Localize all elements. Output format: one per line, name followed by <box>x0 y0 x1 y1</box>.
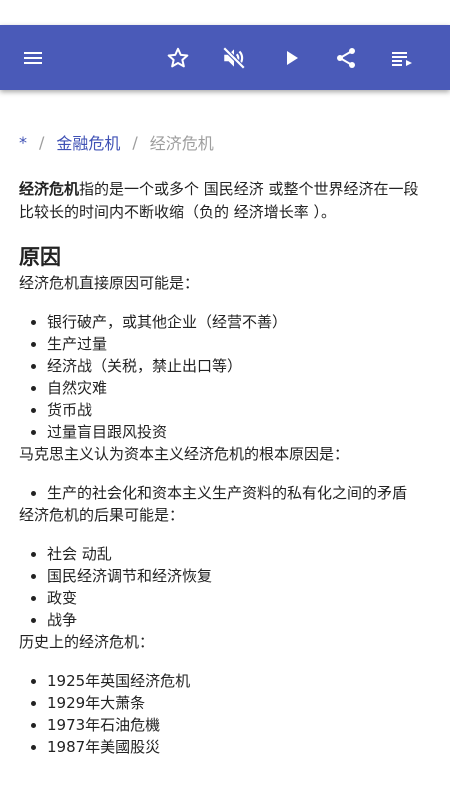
share-icon <box>337 47 355 68</box>
status-bar <box>0 0 450 25</box>
play-icon <box>287 50 298 65</box>
list-item: 生产过量 <box>47 333 431 355</box>
result-list: 社会 动乱 国民经济调节和经济恢复 政变 战争 <box>19 543 431 631</box>
list-item: 1929年大萧条 <box>47 692 431 714</box>
cause-list: 银行破产，或其他企业（经营不善） 生产过量 经济战（关税，禁止出口等） 自然灾难… <box>19 311 431 443</box>
article-intro: 经济危机指的是一个或多个 国民经济 或整个世界经济在一段比较长的时间内不断收缩（… <box>19 178 431 224</box>
star-icon <box>167 47 189 67</box>
list-item: 1925年英国经济危机 <box>47 670 431 692</box>
marx-list: 生产的社会化和资本主义生产资料的私有化之间的矛盾 <box>19 482 431 504</box>
menu-button[interactable] <box>9 25 57 90</box>
marx-intro: 马克思主义认为资本主义经济危机的根本原因是： <box>19 445 350 463</box>
breadcrumb-parent-link[interactable]: 金融危机 <box>56 130 120 154</box>
list-item: 1973年石油危機 <box>47 714 431 736</box>
play-button[interactable] <box>267 25 315 90</box>
mute-button[interactable] <box>210 25 258 90</box>
history-intro: 历史上的经济危机： <box>19 633 155 651</box>
app-bar <box>0 25 450 90</box>
list-item: 货币战 <box>47 399 431 421</box>
history-list: 1925年英国经济危机 1929年大萧条 1973年石油危機 1987年美國股災 <box>19 670 431 758</box>
breadcrumb-current: 经济危机 <box>149 134 214 153</box>
section-heading: 原因 <box>19 245 61 269</box>
playlist-button[interactable] <box>378 25 426 90</box>
volume-off-icon <box>222 46 246 69</box>
article-term: 经济危机 <box>19 180 80 198</box>
breadcrumb-separator: / <box>39 132 45 152</box>
list-item: 经济战（关税，禁止出口等） <box>47 355 431 377</box>
system-nav-bar <box>0 775 450 800</box>
article-intro-text: 指的是一个或多个 国民经济 或整个世界经济在一段比较长的时间内不断收缩（负的 经… <box>19 180 419 221</box>
share-button[interactable] <box>322 25 370 90</box>
cause-intro: 经济危机直接原因可能是： <box>19 274 200 292</box>
list-item: 战争 <box>47 609 431 631</box>
list-item: 社会 动乱 <box>47 543 431 565</box>
list-item: 自然灾难 <box>47 377 431 399</box>
list-item: 过量盲目跟风投资 <box>47 421 431 443</box>
breadcrumb-separator: / <box>132 132 138 152</box>
breadcrumb: * / 金融危机 / 经济危机 <box>19 122 431 162</box>
list-item: 国民经济调节和经济恢复 <box>47 565 431 587</box>
result-intro: 经济危机的后果可能是： <box>19 506 185 524</box>
menu-icon <box>24 51 42 64</box>
list-item: 银行破产，或其他企业（经营不善） <box>47 311 431 333</box>
article-content: * / 金融危机 / 经济危机 经济危机指的是一个或多个 国民经济 或整个世界经… <box>19 118 431 758</box>
playlist-icon <box>392 51 412 66</box>
list-item: 政变 <box>47 587 431 609</box>
list-item: 1987年美國股災 <box>47 736 431 758</box>
list-item: 生产的社会化和资本主义生产资料的私有化之间的矛盾 <box>47 482 431 504</box>
favorite-button[interactable] <box>154 25 202 90</box>
breadcrumb-home-link[interactable]: * <box>19 133 27 152</box>
